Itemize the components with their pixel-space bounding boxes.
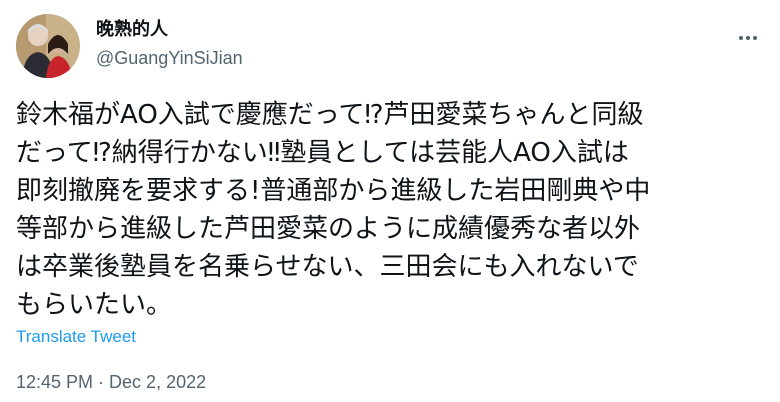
translate-tweet-link[interactable]: Translate Tweet xyxy=(16,326,136,348)
avatar[interactable] xyxy=(16,14,80,78)
tweet-timestamp[interactable]: 12:45 PM · Dec 2, 2022 xyxy=(16,370,206,394)
more-dot xyxy=(739,36,743,40)
avatar-photo xyxy=(16,14,80,78)
user-handle[interactable]: @GuangYinSiJian xyxy=(96,46,243,70)
display-name[interactable]: 晚熟的人 xyxy=(96,18,243,42)
tweet-text: 鈴木福がAO入試で慶應だって⁉芦田愛菜ちゃんと同級 だって⁉納得行かない‼塾員と… xyxy=(16,100,651,320)
more-dot xyxy=(753,36,757,40)
tweet-header: 晚熟的人 @GuangYinSiJian xyxy=(16,14,764,78)
more-options-icon[interactable] xyxy=(732,22,764,54)
more-dot xyxy=(746,36,750,40)
author-names: 晚熟的人 @GuangYinSiJian xyxy=(96,18,243,70)
